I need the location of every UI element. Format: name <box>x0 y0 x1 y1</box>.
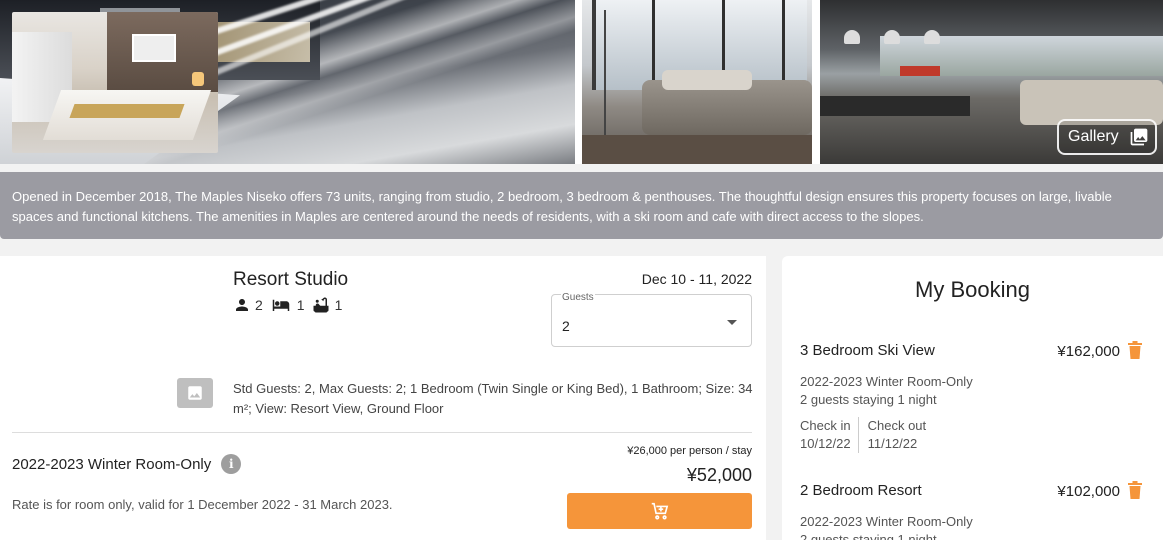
booking-rate-name: 2022-2023 Winter Room-Only <box>800 374 973 389</box>
booking-dates: Check in 10/12/22 Check out 11/12/22 <box>800 417 926 453</box>
guests-amenity: 2 <box>233 296 263 314</box>
check-out-label: Check out <box>867 418 927 433</box>
add-to-cart-button[interactable] <box>567 493 752 529</box>
beds-amenity: 1 <box>269 296 305 314</box>
check-out-date: 11/12/22 <box>867 436 918 451</box>
booking-item-name: 3 Bedroom Ski View <box>800 342 935 359</box>
gallery-button-label: Gallery <box>1068 128 1119 145</box>
bed-icon <box>272 299 290 311</box>
room-details: Std Guests: 2, Max Guests: 2; 1 Bedroom … <box>233 381 753 416</box>
booking-item-rate: 2022-2023 Winter Room-Only 2 guests stay… <box>800 513 973 540</box>
booking-item-price: ¥162,000 <box>1057 343 1120 360</box>
rate-plan-name: 2022-2023 Winter Room-Only <box>12 455 212 473</box>
baths-count: 1 <box>334 297 343 313</box>
booking-stay: 2 guests staying 1 night <box>800 392 937 407</box>
check-in-label: Check in <box>800 418 851 433</box>
trash-icon[interactable] <box>1128 341 1142 359</box>
room-amenities: 2 1 1 <box>233 296 348 314</box>
stay-dates: Dec 10 - 11, 2022 <box>641 271 752 287</box>
booking-rate-name: 2022-2023 Winter Room-Only <box>800 514 973 529</box>
room-title: Resort Studio <box>233 269 349 290</box>
guests-select[interactable]: Guests 2 <box>551 292 752 347</box>
room-photo[interactable] <box>12 12 218 153</box>
per-person-price: ¥26,000 per person / stay <box>560 445 752 457</box>
guests-count: 2 <box>255 297 263 313</box>
guests-select-value: 2 <box>562 318 570 334</box>
info-icon[interactable]: i <box>221 454 242 474</box>
booking-item-name: 2 Bedroom Resort <box>800 482 922 499</box>
bathtub-icon <box>313 297 329 313</box>
booking-item-price: ¥102,000 <box>1057 483 1120 500</box>
booking-stay: 2 guests staying 1 night <box>800 532 937 540</box>
rate-note: Rate is for room only, valid for 1 Decem… <box>12 497 393 512</box>
beds-count: 1 <box>296 297 305 313</box>
dropdown-caret-icon <box>727 320 737 325</box>
property-description: Opened in December 2018, The Maples Nise… <box>0 172 1163 239</box>
living-room-photo[interactable] <box>582 0 812 164</box>
guests-select-label: Guests <box>561 292 595 303</box>
total-price: ¥52,000 <box>686 465 752 485</box>
check-in-date: 10/12/22 <box>800 436 851 451</box>
trash-icon[interactable] <box>1128 481 1142 499</box>
booking-title: My Booking <box>915 277 1030 302</box>
gallery-button[interactable]: Gallery <box>1057 119 1157 155</box>
add-shopping-cart-icon <box>651 502 668 520</box>
rate-plan: 2022-2023 Winter Room-Only i <box>12 454 242 474</box>
booking-item-rate: 2022-2023 Winter Room-Only 2 guests stay… <box>800 373 973 409</box>
person-icon <box>236 299 248 311</box>
image-gallery-icon[interactable] <box>177 378 213 408</box>
per-person-suffix: per person / stay <box>667 445 752 457</box>
photo-library-icon <box>1130 128 1148 146</box>
per-person-amount: ¥26,000 <box>627 445 667 457</box>
baths-amenity: 1 <box>311 296 343 314</box>
divider <box>12 432 752 433</box>
